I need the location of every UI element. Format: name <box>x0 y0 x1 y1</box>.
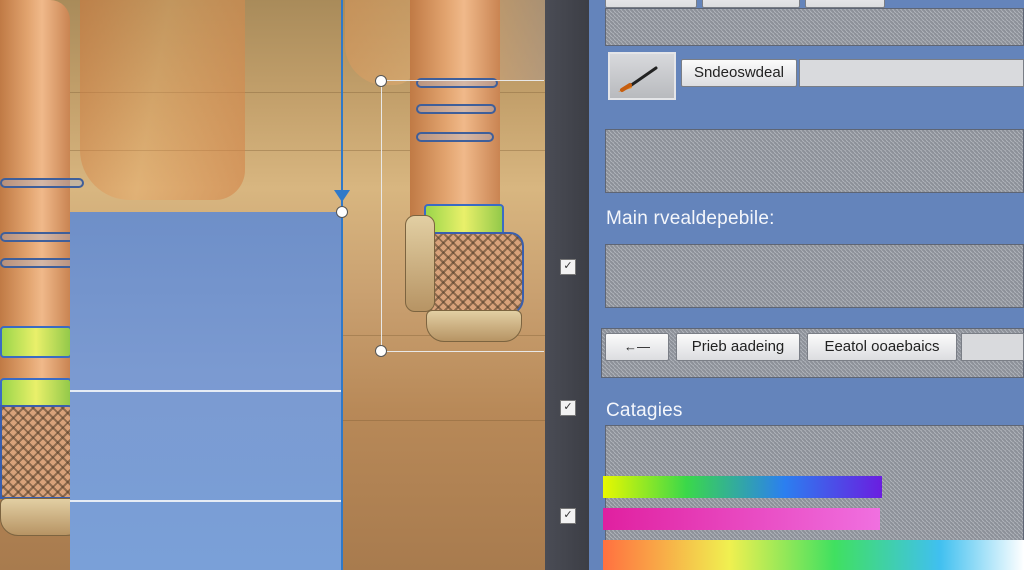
tab-button[interactable] <box>702 0 800 8</box>
preview-area <box>605 129 1024 193</box>
section-heading-main: Main rvealdepebile: <box>606 208 775 229</box>
tab-button[interactable] <box>605 0 697 8</box>
action-button-2[interactable]: Eeatol ooaebaics <box>807 333 957 361</box>
sandal-strap <box>0 258 76 268</box>
preview-strip <box>605 8 1024 46</box>
selection-box[interactable] <box>381 80 544 352</box>
properties-panel: Sndeoswdeal Main rvealdepebile: ←— Prieb… <box>589 0 1024 570</box>
swatch-button[interactable]: Sndeoswdeal <box>681 59 797 87</box>
fabric-drape <box>80 0 245 200</box>
visibility-checkbox[interactable]: ✓ <box>560 400 576 416</box>
visibility-checkbox[interactable]: ✓ <box>560 508 576 524</box>
gradient-spectrum[interactable] <box>603 540 1024 570</box>
visibility-checkbox[interactable]: ✓ <box>560 259 576 275</box>
divider <box>70 500 342 502</box>
action-field[interactable] <box>961 333 1024 361</box>
sandal-band <box>0 326 72 358</box>
transform-handle[interactable] <box>375 345 387 357</box>
guide-arrow-icon <box>334 190 350 202</box>
image-canvas[interactable] <box>0 0 545 570</box>
section-heading-categories: Catagies <box>606 400 683 421</box>
sandal-strap <box>0 232 80 242</box>
transform-handle[interactable] <box>375 75 387 87</box>
swatch-field[interactable] <box>799 59 1024 87</box>
layer-gutter <box>545 0 589 570</box>
sandal-strap <box>0 178 84 188</box>
transform-handle[interactable] <box>336 206 348 218</box>
fabric-drape <box>495 0 545 80</box>
tab-button[interactable] <box>805 0 885 8</box>
gradient-rainbow[interactable] <box>603 476 882 498</box>
guide-line[interactable] <box>341 0 343 570</box>
back-arrow-button[interactable]: ←— <box>605 333 669 361</box>
action-button-1[interactable]: Prieb aadeing <box>676 333 800 361</box>
brush-tool-button[interactable] <box>608 52 676 100</box>
divider <box>70 390 342 392</box>
paintbrush-icon <box>618 66 658 92</box>
fabric-drape <box>345 0 415 85</box>
preview-area <box>605 244 1024 308</box>
gradient-magenta[interactable] <box>603 508 880 530</box>
